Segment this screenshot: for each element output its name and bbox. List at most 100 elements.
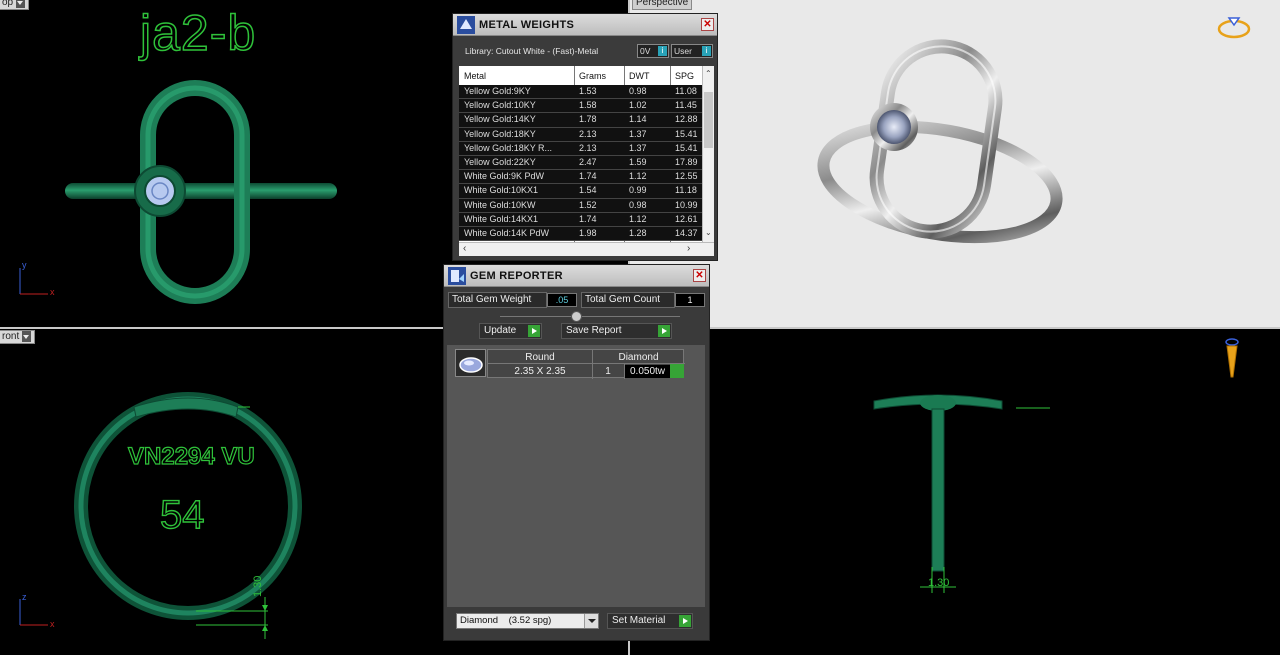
- cell: Yellow Gold:18KY R...: [464, 142, 553, 153]
- table-row[interactable]: Yellow Gold:9KY 1.53 0.98 11.08: [459, 85, 702, 100]
- total-gem-count-label: Total Gem Count: [581, 292, 675, 308]
- info-icon: i: [658, 46, 667, 56]
- chevron-down-icon[interactable]: ⌄: [705, 228, 712, 237]
- total-gem-weight-value: .05: [547, 293, 577, 307]
- cell: 2.47: [579, 156, 597, 167]
- table-row[interactable]: White Gold:14K PdW 1.98 1.28 14.37: [459, 226, 702, 242]
- chevron-up-icon[interactable]: ⌃: [705, 69, 712, 78]
- cell: 1.37: [629, 142, 647, 153]
- play-icon: [658, 325, 670, 337]
- table-row[interactable]: White Gold:14KX1 1.74 1.12 12.61: [459, 212, 702, 227]
- button-label: Set Material: [612, 615, 666, 626]
- cell: 0.99: [629, 185, 647, 196]
- table-row[interactable]: Yellow Gold:18KY R... 2.13 1.37 15.41: [459, 141, 702, 156]
- cell: Yellow Gold:22KY: [464, 156, 536, 167]
- gem-thumbnail[interactable]: [455, 349, 486, 377]
- axis-y-label: y: [22, 260, 27, 270]
- cell: 15.41: [675, 142, 698, 153]
- toggle-label: User: [674, 46, 692, 56]
- gem-row[interactable]: Round Diamond 2.35 X 2.35 1 0.050tw: [487, 349, 685, 379]
- gem-quantity: 1: [605, 366, 611, 377]
- cell: 1.58: [579, 100, 597, 111]
- top-engraving-text: ja2-b: [139, 4, 257, 62]
- metal-weights-window: METAL WEIGHTS ✕ Library: Cutout White - …: [452, 13, 718, 261]
- gem-reporter-titlebar[interactable]: GEM REPORTER ✕: [444, 265, 709, 287]
- total-gem-count-value: 1: [675, 293, 705, 307]
- cell: White Gold:10KW: [464, 199, 536, 210]
- gem-total-weight: 0.050tw: [625, 365, 670, 378]
- horizontal-scrollbar[interactable]: ‹ ›: [459, 242, 714, 256]
- chevron-right-icon[interactable]: ›: [687, 243, 690, 254]
- cell: Yellow Gold:10KY: [464, 100, 536, 111]
- play-icon: [528, 325, 540, 337]
- cell: 1.37: [629, 128, 647, 139]
- cell: 10.99: [675, 199, 698, 210]
- close-icon[interactable]: ✕: [693, 269, 706, 282]
- axis-z-label: z: [22, 592, 27, 602]
- table-row[interactable]: Yellow Gold:14KY 1.78 1.14 12.88: [459, 113, 702, 128]
- overview-toggle[interactable]: 0V i: [637, 44, 669, 58]
- select-value: Diamond (3.52 spg): [460, 615, 552, 626]
- splitter-handle-icon[interactable]: [571, 311, 582, 322]
- window-title: GEM REPORTER: [470, 270, 563, 282]
- update-button[interactable]: Update: [479, 323, 542, 339]
- user-toggle[interactable]: User i: [671, 44, 713, 58]
- total-gem-weight-label: Total Gem Weight: [448, 292, 547, 308]
- button-label: Update: [484, 325, 517, 336]
- perspective-viewport[interactable]: Perspective: [630, 0, 1280, 327]
- column-header[interactable]: SPG: [675, 71, 694, 81]
- play-icon[interactable]: [670, 364, 684, 378]
- ring-view-icon[interactable]: [1216, 11, 1252, 41]
- table-row[interactable]: Yellow Gold:22KY 2.47 1.59 17.89: [459, 155, 702, 171]
- table-row[interactable]: White Gold:9K PdW 1.74 1.12 12.55: [459, 170, 702, 185]
- axis-x-label: x: [50, 619, 55, 629]
- column-header[interactable]: Metal: [464, 71, 486, 81]
- cell: 11.18: [675, 185, 697, 196]
- table-row[interactable]: White Gold:10KW 1.52 0.98 10.99: [459, 198, 702, 213]
- toggle-label: 0V: [640, 46, 651, 56]
- chevron-left-icon[interactable]: ‹: [463, 243, 466, 254]
- cell: 1.12: [629, 213, 647, 224]
- front-dimension-label: 1.30: [252, 575, 264, 597]
- metal-weights-titlebar[interactable]: METAL WEIGHTS ✕: [453, 14, 717, 36]
- column-header[interactable]: DWT: [629, 71, 650, 81]
- cell: Yellow Gold:14KY: [464, 114, 536, 125]
- camera-icon[interactable]: [1224, 337, 1240, 385]
- cell: White Gold:9K PdW: [464, 171, 545, 182]
- perspective-ring-render: [817, 39, 1063, 244]
- vertical-scrollbar[interactable]: ⌃ ⌄: [702, 66, 714, 242]
- front-engraving-text-1: VN2294 VU: [127, 442, 255, 470]
- chevron-down-icon[interactable]: [584, 614, 598, 628]
- side-viewport[interactable]: 1.30: [630, 329, 1280, 655]
- set-material-button[interactable]: Set Material: [607, 613, 693, 629]
- cell: 11.45: [675, 100, 697, 111]
- column-header[interactable]: Grams: [579, 71, 606, 81]
- axis-x-label: x: [50, 287, 55, 297]
- metal-weights-table[interactable]: Metal Grams DWT SPG Yellow Gold:9KY 1.53 0…: [459, 66, 714, 256]
- splitter: [500, 316, 680, 317]
- save-report-button[interactable]: Save Report: [561, 323, 672, 339]
- cell: 0.98: [629, 86, 647, 96]
- table-row[interactable]: Yellow Gold:10KY 1.58 1.02 11.45: [459, 99, 702, 114]
- gem-shape: Round: [525, 352, 555, 363]
- cell: 1.12: [629, 171, 647, 182]
- matrix-workspace: op ja2-b y x Perspective ront VN2294 VU …: [0, 0, 1280, 655]
- table-row[interactable]: Yellow Gold:18KY 2.13 1.37 15.41: [459, 127, 702, 142]
- cell: 11.08: [675, 86, 697, 96]
- scroll-thumb[interactable]: [704, 92, 713, 148]
- table-body: Yellow Gold:9KY 1.53 0.98 11.08 Yellow Gold…: [459, 85, 702, 242]
- cell: Yellow Gold:9KY: [464, 86, 531, 96]
- cell: 2.13: [579, 128, 597, 139]
- gem-icon: [144, 175, 176, 207]
- scale-icon: [457, 16, 475, 34]
- round-gem-icon: [459, 357, 483, 373]
- close-icon[interactable]: ✕: [701, 18, 714, 31]
- cell: 12.88: [675, 114, 698, 125]
- cell: 0.98: [629, 199, 647, 210]
- cell: 1.59: [629, 156, 647, 167]
- material-select[interactable]: Diamond (3.52 spg): [456, 613, 599, 629]
- table-row[interactable]: White Gold:10KX1 1.54 0.99 11.18: [459, 184, 702, 199]
- button-label: Save Report: [566, 325, 622, 336]
- cell: White Gold:14KX1: [464, 213, 539, 224]
- cell: White Gold:10KX1: [464, 185, 539, 196]
